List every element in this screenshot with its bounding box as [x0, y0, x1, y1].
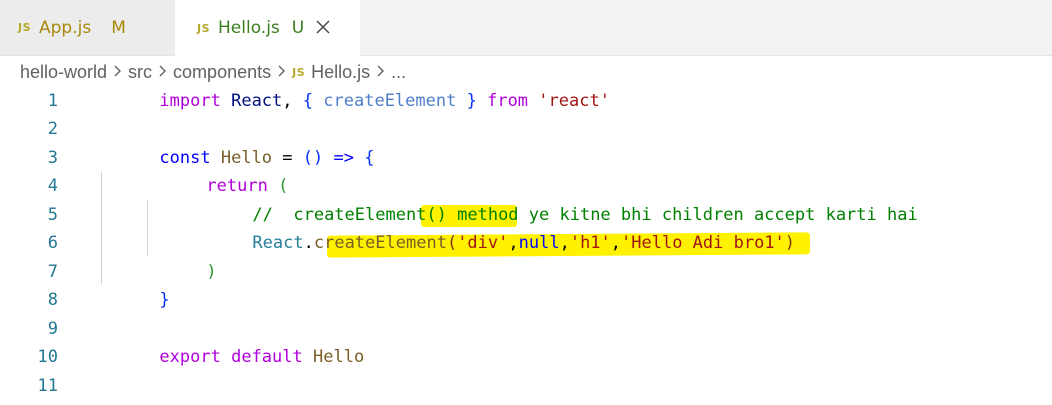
code-line: 5 // createElement() method ye kitne bhi…	[0, 201, 1052, 229]
token-identifier: Hello	[313, 347, 365, 367]
token-keyword: const	[159, 148, 211, 168]
token-identifier: React	[252, 233, 304, 253]
token-keyword: from	[487, 91, 529, 111]
line-number: 6	[47, 233, 58, 253]
token-bracket: }	[466, 91, 477, 111]
token-function: create	[313, 233, 376, 253]
line-number: 2	[47, 119, 58, 139]
token-punct: ,	[282, 91, 293, 111]
token-bracket: ()	[302, 148, 324, 168]
token-keyword: null	[518, 233, 560, 253]
untracked-badge: U	[291, 18, 305, 38]
tab-label: App.js	[39, 17, 92, 38]
tab-app-js[interactable]: JS App.js M	[0, 0, 175, 55]
token-punct: ,	[559, 233, 570, 253]
line-number: 4	[47, 176, 58, 196]
token-bracket: (	[446, 233, 458, 253]
token-keyword: return	[206, 176, 268, 196]
token-string: 'react'	[538, 91, 610, 111]
token-identifier: createElement	[323, 91, 457, 111]
token-function: Element	[375, 233, 447, 253]
tab-label: Hello.js	[218, 18, 280, 38]
token-comment: // createElement()	[252, 205, 458, 225]
token-operator: =>	[333, 148, 355, 168]
token-bracket: )	[784, 233, 796, 253]
token-bracket: (	[278, 176, 289, 196]
tab-bar: JS App.js M JS Hello.js U	[0, 0, 1052, 56]
code-line: 10 export default Hello	[0, 343, 1052, 371]
token-bracket: {	[302, 91, 314, 111]
token-string: 'div'	[457, 233, 509, 253]
line-number: 7	[47, 262, 58, 282]
token-keyword: default	[231, 347, 303, 367]
token-comment: method y	[457, 205, 540, 225]
line-number: 9	[47, 319, 58, 339]
token-bracket: )	[206, 262, 217, 282]
line-number: 5	[47, 205, 58, 225]
js-file-icon: JS	[197, 21, 211, 35]
token-punct: ,	[508, 233, 519, 253]
token-string: 'Hello Adi bro1'	[621, 233, 785, 253]
token-operator: =	[282, 148, 293, 168]
token-bracket: {	[364, 148, 375, 168]
line-number: 1	[47, 91, 58, 111]
token-identifier: Hello	[220, 148, 273, 168]
token-punct: ,	[610, 233, 622, 253]
line-number: 3	[47, 148, 58, 168]
code-editor[interactable]: 1 import React, { createElement } from '…	[0, 87, 1052, 405]
token-comment: e kitne bhi children accept karti hai	[539, 205, 918, 225]
code-line: 11	[0, 372, 1052, 400]
token-bracket: }	[159, 290, 170, 310]
token-keyword: import	[159, 91, 221, 111]
js-file-icon: JS	[18, 21, 32, 34]
breadcrumb-item-hello-world[interactable]: hello-world	[20, 62, 107, 83]
line-number: 11	[37, 376, 58, 396]
token-string: 'h1'	[569, 233, 611, 253]
line-number: 10	[37, 347, 58, 367]
code-line: 8 }	[0, 286, 1052, 314]
tab-hello-js[interactable]: JS Hello.js U	[175, 0, 360, 56]
modified-badge: M	[111, 17, 126, 38]
token-keyword: export	[159, 347, 221, 367]
close-icon[interactable]	[316, 18, 330, 39]
token-identifier: React	[231, 91, 283, 111]
code-line: 1 import React, { createElement } from '…	[0, 87, 1052, 115]
line-number: 8	[47, 290, 58, 310]
token-punct: .	[303, 233, 314, 253]
